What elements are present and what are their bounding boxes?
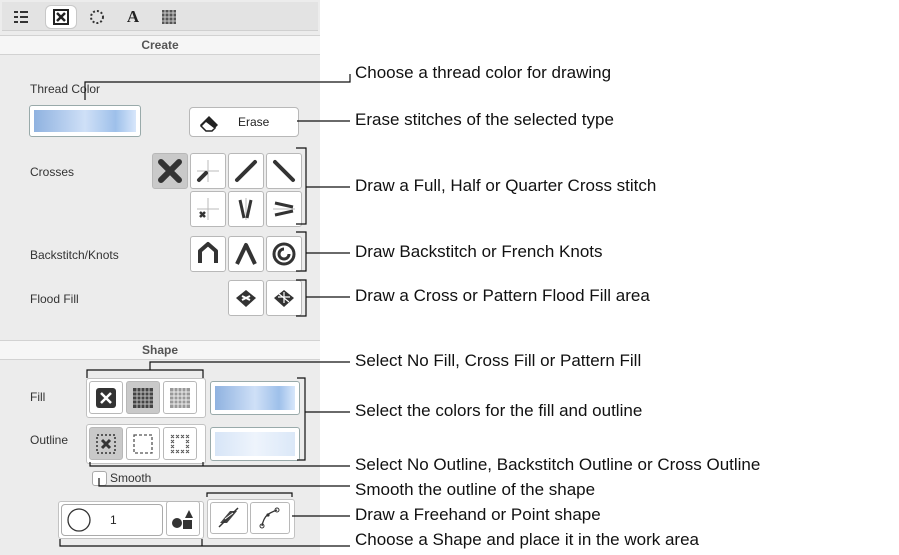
annotation-erase: Erase stitches of the selected type <box>355 110 614 129</box>
annotation-outline-type: Select No Outline, Backstitch Outline or… <box>355 455 761 474</box>
annotation-fill-type: Select No Fill, Cross Fill or Pattern Fi… <box>355 351 642 370</box>
annotation-crosses: Draw a Full, Half or Quarter Cross stitc… <box>355 176 657 195</box>
annotation-flood-fill: Draw a Cross or Pattern Flood Fill area <box>355 286 650 305</box>
annotation-smooth: Smooth the outline of the shape <box>355 480 596 499</box>
annotation-backstitch: Draw Backstitch or French Knots <box>355 242 603 261</box>
annotation-draw-mode: Draw a Freehand or Point shape <box>355 505 601 524</box>
annotation-thread-color: Choose a thread color for drawing <box>355 63 612 82</box>
annotation-colors: Select the colors for the fill and outli… <box>355 401 643 420</box>
annotation-shape-place: Choose a Shape and place it in the work … <box>355 530 700 549</box>
